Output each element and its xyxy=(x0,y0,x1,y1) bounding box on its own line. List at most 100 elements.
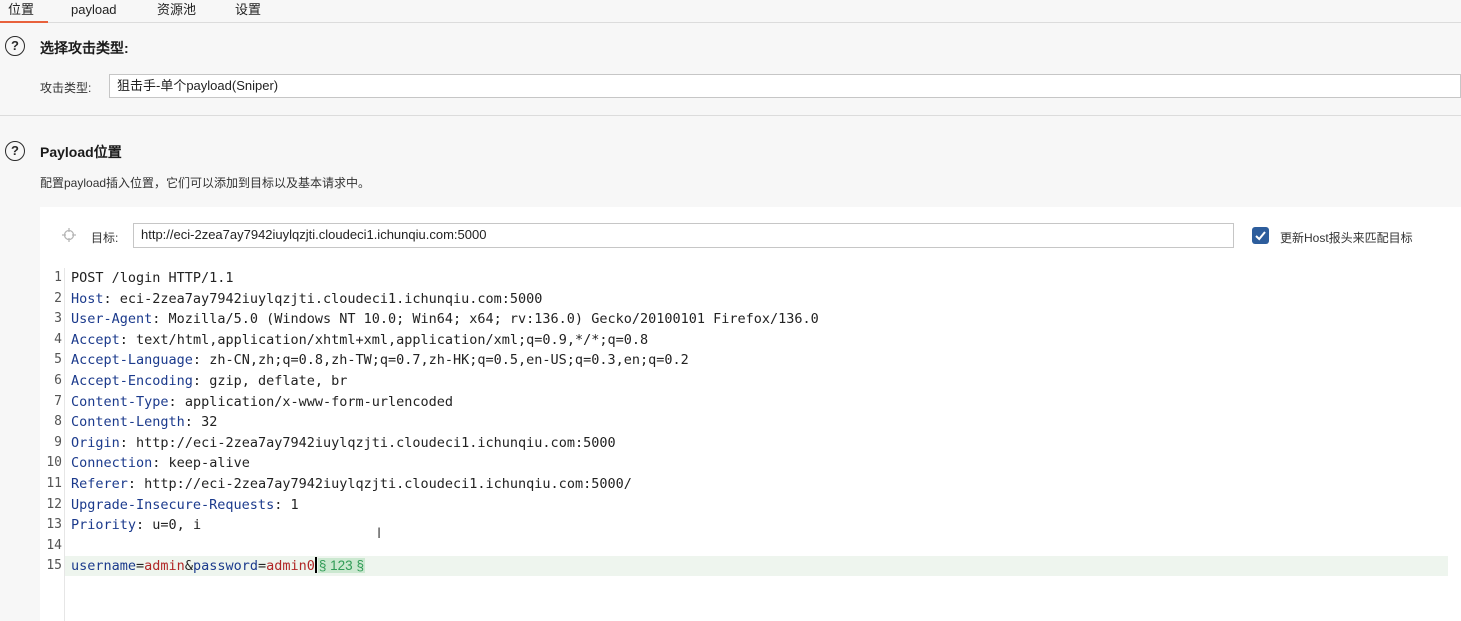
param-name: username xyxy=(71,558,137,575)
update-host-checkbox[interactable] xyxy=(1252,227,1269,244)
line-content: POST /login HTTP/1.1 xyxy=(71,268,234,288)
header-colon: : xyxy=(119,331,128,348)
header-value: gzip, deflate, br xyxy=(201,373,348,389)
header-value: application/x-www-form-urlencoded xyxy=(176,393,454,410)
header-value: text/html,application/xhtml+xml,applicat… xyxy=(127,331,649,348)
line-number: 9 xyxy=(54,434,62,450)
request-editor[interactable]: 1 POST /login HTTP/1.1 2 Host: eci-2zea7ay7… xyxy=(40,268,1461,621)
editor-line[interactable]: 12 Upgrade-Insecure-Requests: 1 xyxy=(40,495,1461,515)
header-name: Connection xyxy=(71,455,153,472)
editor-line[interactable]: 3 User-Agent: Mozilla/5.0 (Windows NT 10.… xyxy=(40,309,1461,329)
header-value: 32 xyxy=(192,414,218,431)
update-host-label: 更新Host报头来匹配目标 xyxy=(1280,231,1413,245)
line-content: Upgrade-Insecure-Requests: 1 xyxy=(71,495,299,515)
header-value: zh-CN,zh;q=0.8,zh-TW;q=0.7,zh-HK;q=0.5,e… xyxy=(201,352,689,369)
equals-sign: = xyxy=(257,558,267,575)
header-value: eci-2zea7ay7942iuylqzjti.cloudeci1.ichun… xyxy=(111,290,543,307)
header-name: Origin xyxy=(71,434,120,451)
section-divider xyxy=(0,115,1461,116)
payload-positions-description: 配置payload插入位置，它们可以添加到目标以及基本请求中。 xyxy=(40,176,371,190)
line-content: Priority: u=0, i xyxy=(71,515,201,535)
header-name: Referer xyxy=(71,476,128,492)
line-number: 12 xyxy=(46,496,62,512)
line-number: 11 xyxy=(46,476,62,491)
line-content: Origin: http://eci-2zea7ay7942iuylqzjti.… xyxy=(71,433,616,453)
ampersand: & xyxy=(184,558,193,575)
editor-line[interactable]: 13 Priority: u=0, i xyxy=(40,515,1461,535)
editor-line[interactable]: 9 Origin: http://eci-2zea7ay7942iuylqzjti… xyxy=(40,433,1461,453)
equals-sign: = xyxy=(136,558,145,575)
line-content: Accept-Encoding: gzip, deflate, br xyxy=(71,371,347,391)
payload-positions-title: Payload位置 xyxy=(40,144,122,160)
line-content: Accept-Language: zh-CN,zh;q=0.8,zh-TW;q=… xyxy=(71,350,689,370)
header-name: Accept xyxy=(71,331,120,348)
line-number: 2 xyxy=(54,290,62,306)
editor-line[interactable]: 6 Accept-Encoding: gzip, deflate, br xyxy=(40,371,1461,391)
header-value: keep-alive xyxy=(160,455,250,472)
help-icon[interactable]: ? xyxy=(5,36,25,56)
editor-line[interactable]: 4 Accept: text/html,application/xhtml+xml… xyxy=(40,330,1461,350)
header-value: 1 xyxy=(282,496,299,513)
header-colon: : xyxy=(136,517,145,534)
header-name: Accept-Encoding xyxy=(71,373,193,389)
attack-type-select[interactable]: 狙击手-单个payload(Sniper) xyxy=(109,74,1461,98)
line-number: 14 xyxy=(46,537,62,553)
header-colon: : xyxy=(119,434,128,451)
header-value: http://eci-2zea7ay7942iuylqzjti.cloudeci… xyxy=(136,476,632,492)
tab-positions[interactable]: 位置 xyxy=(0,1,49,23)
editor-line[interactable]: 11 Referer: http://eci-2zea7ay7942iuylqzj… xyxy=(40,474,1461,494)
line-content: Connection: keep-alive xyxy=(71,453,250,473)
line-content: Referer: http://eci-2zea7ay7942iuylqzjti… xyxy=(71,474,632,494)
line-content: Host: eci-2zea7ay7942iuylqzjti.cloudeci1… xyxy=(71,289,542,309)
crosshair-icon xyxy=(62,228,76,242)
line-number: 4 xyxy=(54,331,62,347)
header-name: Host xyxy=(71,290,104,307)
line-number: 8 xyxy=(54,414,62,430)
header-name: Content-Length xyxy=(71,414,185,431)
editor-line[interactable]: 1 POST /login HTTP/1.1 xyxy=(40,268,1461,288)
line-content: Content-Length: 32 xyxy=(71,412,217,432)
editor-line[interactable]: 15 username=admin&password=admin0 § 123 § xyxy=(40,556,1461,577)
line-number: 7 xyxy=(54,393,62,409)
editor-line[interactable]: 8 Content-Length: 32 xyxy=(40,412,1461,432)
editor-line[interactable]: 2 Host: eci-2zea7ay7942iuylqzjti.cloudeci… xyxy=(40,289,1461,309)
editor-line[interactable]: 5 Accept-Language: zh-CN,zh;q=0.8,zh-TW;q… xyxy=(40,350,1461,370)
text-cursor-icon: I xyxy=(377,526,382,542)
help-icon[interactable]: ? xyxy=(5,141,25,161)
attack-type-label: 攻击类型: xyxy=(40,81,92,95)
header-colon: : xyxy=(192,352,202,369)
line-number: 13 xyxy=(46,517,62,533)
request-line-text: POST /login HTTP/1.1 xyxy=(71,270,234,286)
line-content: Content-Type: application/x-www-form-url… xyxy=(71,392,453,412)
line-number: 5 xyxy=(54,352,62,368)
param-value: admin xyxy=(144,558,185,575)
header-name: Content-Type xyxy=(71,393,169,410)
tab-settings[interactable]: 设置 xyxy=(235,1,261,21)
header-colon: : xyxy=(192,373,202,389)
editor-line[interactable]: 7 Content-Type: application/x-www-form-ur… xyxy=(40,392,1461,412)
header-name: User-Agent xyxy=(71,311,153,328)
line-number: 10 xyxy=(46,455,62,471)
checkmark-icon xyxy=(1255,231,1266,241)
header-name: Priority xyxy=(71,517,137,534)
tab-payloads[interactable]: payload xyxy=(71,1,117,21)
tab-resource-pool[interactable]: 资源池 xyxy=(157,1,196,21)
line-content: Accept: text/html,application/xhtml+xml,… xyxy=(71,330,648,350)
param-name: password xyxy=(192,558,258,575)
editor-line[interactable]: 10 Connection: keep-alive xyxy=(40,453,1461,473)
line-number: 3 xyxy=(54,311,62,327)
header-value: Mozilla/5.0 (Windows NT 10.0; Win64; x64… xyxy=(160,311,819,328)
payload-marker[interactable]: § 123 § xyxy=(317,558,365,574)
editor-line[interactable]: 14 xyxy=(40,536,1461,556)
target-label: 目标: xyxy=(91,231,119,245)
header-colon: : xyxy=(184,414,193,431)
tab-bar: 位置 payload 资源池 设置 xyxy=(0,0,1461,23)
target-url-input[interactable]: http://eci-2zea7ay7942iuylqzjti.cloudeci… xyxy=(133,223,1234,248)
editor-gutter-divider xyxy=(64,268,65,621)
text-caret xyxy=(314,557,317,574)
header-name: Upgrade-Insecure-Requests xyxy=(71,496,275,513)
header-value: http://eci-2zea7ay7942iuylqzjti.cloudeci… xyxy=(127,434,616,451)
param-value: admin0 xyxy=(266,558,315,575)
line-number: 6 xyxy=(54,373,62,388)
line-content: User-Agent: Mozilla/5.0 (Windows NT 10.0… xyxy=(71,309,819,329)
